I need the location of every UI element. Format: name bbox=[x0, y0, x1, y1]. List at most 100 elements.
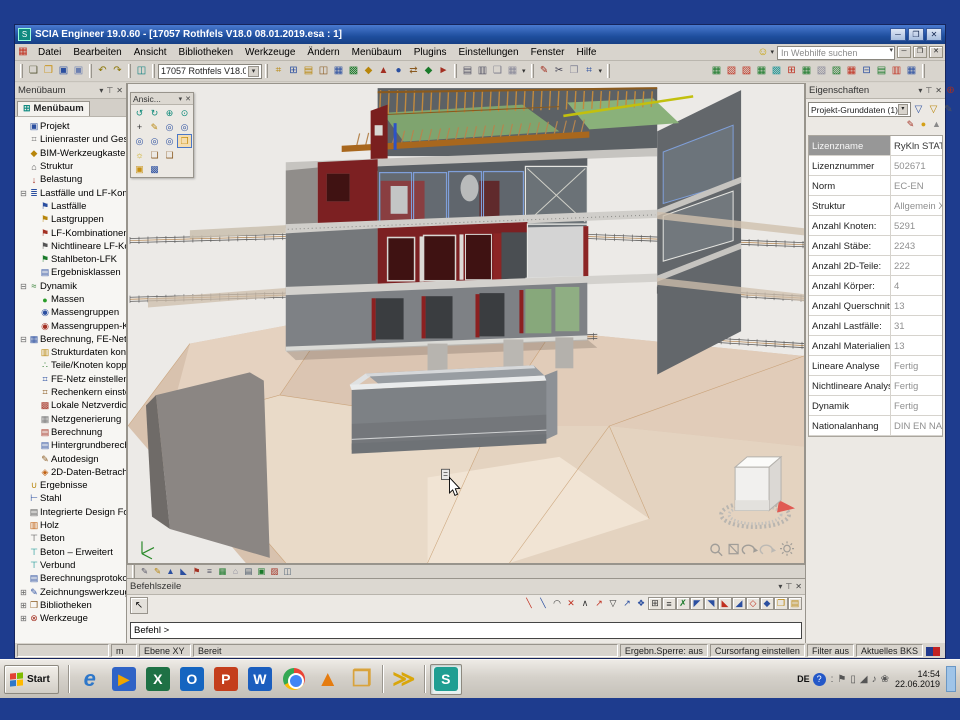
zoom-in-icon[interactable]: ◎ bbox=[162, 120, 177, 134]
tree-item-struktur[interactable]: ⌂Struktur bbox=[17, 160, 126, 173]
filter1-icon[interactable]: ▽ bbox=[911, 103, 926, 117]
snap-vertex-icon[interactable]: ∧ bbox=[578, 597, 592, 610]
menu-item-bibliotheken[interactable]: Bibliotheken bbox=[173, 46, 239, 59]
tree-expander[interactable]: ⊞ bbox=[19, 614, 28, 623]
tree-item-berechnung--fe-netz[interactable]: ⊟▦Berechnung, FE-Netz bbox=[17, 333, 126, 346]
view-front-icon[interactable]: ⊕ bbox=[162, 106, 177, 120]
light-icon[interactable]: ▩ bbox=[769, 64, 784, 78]
snap-corner4-icon[interactable]: ◢ bbox=[732, 597, 746, 610]
status-action-aktuellesbks[interactable]: Aktuelles BKS bbox=[856, 644, 923, 657]
view-load-icon[interactable]: ▩ bbox=[147, 162, 162, 176]
shell-icon[interactable]: ◆ bbox=[361, 64, 376, 78]
tree-item-massengruppen[interactable]: ◉Massengruppen bbox=[17, 306, 126, 319]
tray-volume-icon[interactable]: ♪ bbox=[872, 674, 877, 685]
menu-item-bearbeiten[interactable]: Bearbeiten bbox=[67, 46, 127, 59]
menu-item-menbaum[interactable]: Menübaum bbox=[346, 46, 408, 59]
snap-grid-icon[interactable]: ⊞ bbox=[648, 597, 662, 610]
tree-item-stahl[interactable]: ⊢Stahl bbox=[17, 492, 126, 505]
numbers-icon[interactable]: ▦ bbox=[799, 64, 814, 78]
filter2-icon[interactable]: ▽ bbox=[926, 103, 941, 117]
pan-icon[interactable]: + bbox=[132, 120, 147, 134]
tree-item-zeichnungswerkzeuge[interactable]: ⊞✎Zeichnungswerkzeuge bbox=[17, 585, 126, 598]
pie-icon[interactable]: ● bbox=[917, 118, 930, 130]
support-icon[interactable]: ▲ bbox=[376, 64, 391, 78]
palette-close-icon[interactable]: ✕ bbox=[185, 95, 191, 103]
tree-item-ergebnisse[interactable]: ∪Ergebnisse bbox=[17, 479, 126, 492]
snap-arc-icon[interactable]: ◠ bbox=[550, 597, 564, 610]
tab-menubaum[interactable]: ⊞ Menübaum bbox=[17, 101, 90, 116]
vlc-icon[interactable]: ▲ bbox=[312, 664, 344, 695]
tree-item-fe-netz-einstellen[interactable]: ⌗FE-Netz einstellen bbox=[17, 373, 126, 386]
tray-flag-icon[interactable]: ⚑ bbox=[837, 674, 846, 685]
beam-icon[interactable]: ▤ bbox=[301, 64, 316, 78]
scia-engineer-icon[interactable]: S bbox=[430, 664, 462, 695]
tree-expander[interactable]: ⊟ bbox=[19, 282, 28, 291]
tree-item-lastgruppen[interactable]: ⚑Lastgruppen bbox=[17, 213, 126, 226]
tree-item-lokale-netzverdichtung[interactable]: ▩Lokale Netzverdichtung bbox=[17, 399, 126, 412]
property-value[interactable]: Fertig bbox=[891, 376, 942, 395]
options-icon[interactable]: ▦ bbox=[904, 64, 919, 78]
tree-item-belastung[interactable]: ↓Belastung bbox=[17, 173, 126, 186]
print-icon[interactable]: ▤ bbox=[460, 64, 475, 78]
view-rotate-x-icon[interactable]: ↺ bbox=[132, 106, 147, 120]
open-project-icon[interactable]: ❐ bbox=[41, 64, 56, 78]
colors-icon[interactable]: ▦ bbox=[844, 64, 859, 78]
tree-item-integrierte-design-form[interactable]: ▤Integrierte Design Form bbox=[17, 506, 126, 519]
menu-item-ansicht[interactable]: Ansicht bbox=[128, 46, 173, 59]
tree-item-2d-daten-betrachter[interactable]: ◈2D-Daten-Betrachter bbox=[17, 466, 126, 479]
help-dropdown-icon[interactable]: ▾ bbox=[770, 48, 774, 56]
snap-endpoint-icon[interactable]: ↗ bbox=[592, 597, 606, 610]
word-icon[interactable]: W bbox=[244, 664, 276, 695]
tree-item-strukturdaten-kontrollieren[interactable]: ▥Strukturdaten kontrollieren bbox=[17, 346, 126, 359]
tree-expander[interactable]: ⊟ bbox=[19, 189, 28, 198]
cmd-pin-icon[interactable]: ⊤ bbox=[785, 582, 792, 591]
taskbar-clock[interactable]: 14:5422.06.2019 bbox=[895, 669, 940, 689]
property-value[interactable]: RyKln STATIK bbox=[891, 136, 942, 155]
view-manager-icon[interactable]: ❐ bbox=[177, 134, 192, 148]
property-value[interactable]: 502671 bbox=[891, 156, 942, 175]
menu-item-einstellungen[interactable]: Einstellungen bbox=[453, 46, 525, 59]
mdi-restore-button[interactable]: ❐ bbox=[913, 46, 927, 58]
tree-item-lastf-lle[interactable]: ⚑Lastfälle bbox=[17, 200, 126, 213]
clip-plane-icon[interactable]: ❑ bbox=[162, 148, 177, 162]
section-icon[interactable]: ► bbox=[436, 64, 451, 78]
model-viewport[interactable]: Ansic... ▾ ✕ ↺↻⊕⊙+✎◎◎◎◎◎❐☼❏❑▣▩ bbox=[127, 83, 805, 564]
snap-line1-icon[interactable]: ╲ bbox=[522, 597, 536, 610]
snap-parallel-icon[interactable]: ≡ bbox=[662, 597, 676, 610]
document-menu-icon[interactable]: ▦ bbox=[17, 46, 29, 58]
tree-expander[interactable]: ⊞ bbox=[19, 601, 28, 610]
snap-toolbox-icon[interactable]: ❐ bbox=[774, 597, 788, 610]
tree-item-berechnungsprotokoll[interactable]: ▤Berechnungsprotokoll bbox=[17, 572, 126, 585]
volume-icon[interactable]: ▨ bbox=[739, 64, 754, 78]
minimize-button[interactable]: ─ bbox=[890, 28, 906, 41]
sheet-icon[interactable]: ▤ bbox=[242, 566, 255, 578]
property-value[interactable]: 13 bbox=[891, 296, 942, 315]
edit-prop-icon[interactable]: ✎ bbox=[941, 103, 956, 117]
outlook-icon[interactable]: O bbox=[176, 664, 208, 695]
tree-expander[interactable]: ⊞ bbox=[19, 588, 28, 597]
menu-item-datei[interactable]: Datei bbox=[32, 46, 67, 59]
tree-item-massengruppen-kombinationen[interactable]: ◉Massengruppen-Kombinationen bbox=[17, 319, 126, 332]
help-smiley-icon[interactable]: ☺ bbox=[757, 46, 768, 58]
document-icon[interactable]: ❑ bbox=[490, 64, 505, 78]
clipboard-group-more-icon[interactable]: ▾ bbox=[599, 67, 603, 75]
edit-icon[interactable]: ✎ bbox=[537, 64, 552, 78]
citrix-icon[interactable]: ≫ bbox=[388, 664, 420, 695]
tree-item-ergebnisklassen[interactable]: ▤Ergebnisklassen bbox=[17, 266, 126, 279]
tree-item-dynamik[interactable]: ⊟≈Dynamik bbox=[17, 280, 126, 293]
labels-icon[interactable]: ⊞ bbox=[784, 64, 799, 78]
tree-item-verbund[interactable]: ⊤Verbund bbox=[17, 559, 126, 572]
clip-box-icon[interactable]: ❏ bbox=[147, 148, 162, 162]
cmd-close-icon[interactable]: ✕ bbox=[795, 582, 802, 591]
property-value[interactable]: Allgemein XYZ bbox=[891, 196, 942, 215]
copy-icon[interactable]: ❐ bbox=[567, 64, 582, 78]
walk-icon[interactable]: ✎ bbox=[147, 120, 162, 134]
keyboard-language[interactable]: DE bbox=[797, 674, 810, 684]
property-value[interactable]: EC-EN bbox=[891, 176, 942, 195]
plate-icon[interactable]: ▦ bbox=[331, 64, 346, 78]
prop-close-icon[interactable]: ✕ bbox=[935, 86, 942, 95]
tree-item-bim-werkzeugkasten[interactable]: ◆BIM-Werkzeugkasten bbox=[17, 147, 126, 160]
shade-icon[interactable]: ▦ bbox=[754, 64, 769, 78]
snap-tangent-icon[interactable]: ↗ bbox=[620, 597, 634, 610]
clipping-icon[interactable]: ▤ bbox=[874, 64, 889, 78]
